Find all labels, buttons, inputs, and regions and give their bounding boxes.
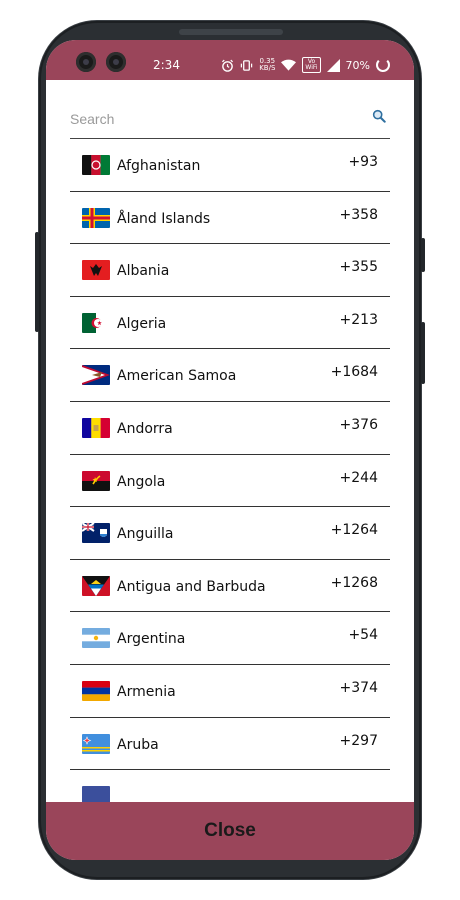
front-camera-right <box>106 52 126 72</box>
american-samoa-flag-icon <box>82 365 110 386</box>
dial-code: +376 <box>339 416 378 433</box>
dial-code: +297 <box>339 732 378 749</box>
country-name: Armenia <box>117 683 176 700</box>
network-speed: 0.35 KB/S <box>259 58 275 72</box>
country-row-partial[interactable] <box>70 770 390 803</box>
country-name: Anguilla <box>117 526 174 543</box>
aruba-flag-icon <box>82 733 110 754</box>
power-button <box>35 232 39 332</box>
country-row[interactable]: Andorra +376 <box>70 402 390 455</box>
country-row[interactable]: Åland Islands +358 <box>70 192 390 245</box>
close-button-label: Close <box>204 820 256 841</box>
country-name: Argentina <box>117 631 186 648</box>
dial-code: +1268 <box>330 574 378 591</box>
andorra-flag-icon <box>82 417 110 438</box>
alarm-icon <box>222 59 234 72</box>
country-list: Afghanistan +93 Åland Islands +358 Alban… <box>70 139 390 803</box>
country-row[interactable]: Anguilla +1264 <box>70 507 390 560</box>
country-row[interactable]: Albania +355 <box>70 244 390 297</box>
country-row[interactable]: Algeria +213 <box>70 297 390 350</box>
country-row[interactable]: Armenia +374 <box>70 665 390 718</box>
country-name: American Samoa <box>117 368 237 385</box>
country-row[interactable]: Angola +244 <box>70 455 390 508</box>
aland-islands-flag-icon <box>82 207 110 228</box>
close-button[interactable]: Close <box>46 802 414 860</box>
dial-code: +374 <box>339 679 378 696</box>
country-name: Antigua and Barbuda <box>117 578 266 595</box>
country-name: Albania <box>117 263 170 280</box>
vowifi-line2: WiFi <box>305 64 318 71</box>
dial-code: +213 <box>339 311 378 328</box>
algeria-flag-icon <box>82 312 110 333</box>
country-row[interactable]: American Samoa +1684 <box>70 349 390 402</box>
dial-code: +1264 <box>330 522 378 539</box>
country-row[interactable]: Afghanistan +93 <box>70 139 390 192</box>
screen: 2:34 0.35 KB/S Vo WiFi 70% Search Afghan… <box>46 40 414 860</box>
signal-icon <box>326 58 340 72</box>
country-row[interactable]: Aruba +297 <box>70 718 390 771</box>
battery-icon <box>376 58 390 72</box>
country-row[interactable]: Antigua and Barbuda +1268 <box>70 560 390 613</box>
country-name: Andorra <box>117 420 173 437</box>
argentina-flag-icon <box>82 628 110 649</box>
search-bar <box>70 100 390 139</box>
search-input[interactable] <box>70 108 360 130</box>
anguilla-flag-icon <box>82 523 110 544</box>
dial-code: +54 <box>348 627 378 644</box>
volume-up-button <box>421 238 425 272</box>
network-speed-unit: KB/S <box>259 64 276 72</box>
country-name: Aruba <box>117 736 159 753</box>
country-name: Afghanistan <box>117 158 201 174</box>
country-name: Algeria <box>117 315 167 332</box>
dial-code: +1684 <box>330 364 378 381</box>
vowifi-badge: Vo WiFi <box>302 57 321 73</box>
dial-code: +355 <box>339 259 378 276</box>
dial-code: +358 <box>339 206 378 223</box>
dial-code: +244 <box>339 469 378 486</box>
country-name: Åland Islands <box>117 210 211 227</box>
battery-percent: 70% <box>345 58 370 72</box>
antigua-and-barbuda-flag-icon <box>82 575 110 596</box>
country-row[interactable]: Argentina +54 <box>70 612 390 665</box>
status-bar: 2:34 0.35 KB/S Vo WiFi 70% <box>46 40 414 80</box>
earpiece-speaker <box>179 29 283 35</box>
status-icons: 0.35 KB/S Vo WiFi 70% <box>221 57 390 73</box>
afghanistan-flag-icon <box>82 155 110 175</box>
flag-icon <box>82 786 110 803</box>
dial-code: +93 <box>348 154 378 170</box>
wifi-icon <box>281 59 297 71</box>
search-icon[interactable] <box>372 109 386 123</box>
front-camera-left <box>76 52 96 72</box>
vibrate-icon <box>240 59 253 71</box>
country-name: Angola <box>117 473 166 490</box>
albania-flag-icon <box>82 260 110 281</box>
volume-down-button <box>421 322 425 384</box>
armenia-flag-icon <box>82 680 110 701</box>
status-time: 2:34 <box>153 58 180 72</box>
angola-flag-icon <box>82 470 110 491</box>
